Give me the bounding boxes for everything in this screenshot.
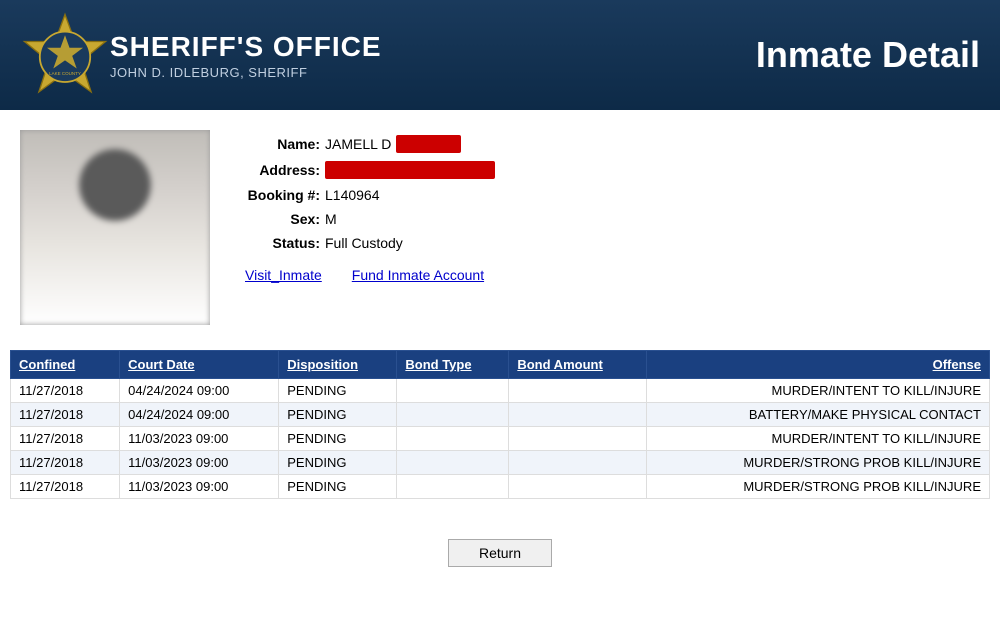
status-label: Status: (240, 235, 320, 251)
name-label: Name: (240, 136, 320, 152)
cell-disposition: PENDING (279, 475, 397, 499)
cell-confined: 11/27/2018 (11, 427, 120, 451)
table-row: 11/27/201804/24/2024 09:00PENDING MURDER/… (11, 379, 990, 403)
table-row: 11/27/201804/24/2024 09:00PENDING BATTERY… (11, 403, 990, 427)
table-header: Confined Court Date Disposition Bond Typ… (11, 351, 990, 379)
col-header-offense: Offense (647, 351, 990, 379)
sex-label: Sex: (240, 211, 320, 227)
cell-confined: 11/27/2018 (11, 451, 120, 475)
cell-bond-amount (509, 403, 647, 427)
cell-court-date: 11/03/2023 09:00 (120, 475, 279, 499)
cell-court-date: 04/24/2024 09:00 (120, 379, 279, 403)
cell-disposition: PENDING (279, 451, 397, 475)
col-header-disposition: Disposition (279, 351, 397, 379)
status-row: Status: Full Custody (240, 235, 495, 251)
page-header: LAKE COUNTY SHERIFF'S OFFICE JOHN D. IDL… (0, 0, 1000, 110)
address-redacted (325, 161, 495, 179)
table-row: 11/27/201811/03/2023 09:00PENDING MURDER/… (11, 475, 990, 499)
cell-bond-type (397, 403, 509, 427)
cell-bond-type (397, 475, 509, 499)
status-value: Full Custody (325, 235, 403, 251)
inmate-info-section: Name: JAMELL D Address: Booking #: L1409… (0, 110, 1000, 335)
cell-disposition: PENDING (279, 379, 397, 403)
return-section: Return (0, 539, 1000, 567)
cell-bond-amount (509, 379, 647, 403)
charges-tbody: 11/27/201804/24/2024 09:00PENDINGMURDER/… (11, 379, 990, 499)
cell-bond-type (397, 379, 509, 403)
col-header-bond-amount: Bond Amount (509, 351, 647, 379)
cell-bond-type (397, 451, 509, 475)
cell-offense: MURDER/STRONG PROB KILL/INJURE (647, 451, 990, 475)
charges-section: Confined Court Date Disposition Bond Typ… (0, 340, 1000, 509)
sheriff-name: JOHN D. IDLEBURG, SHERIFF (110, 65, 382, 80)
cell-disposition: PENDING (279, 427, 397, 451)
inmate-links: Visit_Inmate Fund Inmate Account (240, 267, 495, 283)
header-title-block: SHERIFF'S OFFICE JOHN D. IDLEBURG, SHERI… (110, 31, 382, 80)
cell-court-date: 11/03/2023 09:00 (120, 451, 279, 475)
name-value: JAMELL D (325, 136, 391, 152)
fund-inmate-link[interactable]: Fund Inmate Account (352, 267, 484, 283)
col-header-confined: Confined (11, 351, 120, 379)
table-row: 11/27/201811/03/2023 09:00PENDING MURDER/… (11, 451, 990, 475)
inmate-photo (20, 130, 210, 325)
col-header-bond-type: Bond Type (397, 351, 509, 379)
name-redacted (396, 135, 461, 153)
address-label: Address: (240, 162, 320, 178)
return-button[interactable]: Return (448, 539, 552, 567)
cell-bond-amount (509, 427, 647, 451)
address-row: Address: (240, 161, 495, 179)
cell-disposition: PENDING (279, 403, 397, 427)
charges-table: Confined Court Date Disposition Bond Typ… (10, 350, 990, 499)
cell-offense: BATTERY/MAKE PHYSICAL CONTACT (647, 403, 990, 427)
cell-confined: 11/27/2018 (11, 475, 120, 499)
cell-court-date: 11/03/2023 09:00 (120, 427, 279, 451)
cell-confined: 11/27/2018 (11, 379, 120, 403)
visit-inmate-link[interactable]: Visit_Inmate (245, 267, 322, 283)
table-row: 11/27/201811/03/2023 09:00PENDING MURDER/… (11, 427, 990, 451)
booking-row: Booking #: L140964 (240, 187, 495, 203)
cell-offense: MURDER/INTENT TO KILL/INJURE (647, 379, 990, 403)
booking-label: Booking #: (240, 187, 320, 203)
agency-name: SHERIFF'S OFFICE (110, 31, 382, 63)
svg-text:LAKE COUNTY: LAKE COUNTY (49, 71, 81, 76)
inmate-details: Name: JAMELL D Address: Booking #: L1409… (240, 130, 495, 325)
sex-row: Sex: M (240, 211, 495, 227)
cell-offense: MURDER/INTENT TO KILL/INJURE (647, 427, 990, 451)
booking-value: L140964 (325, 187, 380, 203)
cell-offense: MURDER/STRONG PROB KILL/INJURE (647, 475, 990, 499)
sheriff-badge-icon: LAKE COUNTY (20, 10, 110, 100)
cell-bond-type (397, 427, 509, 451)
cell-bond-amount (509, 475, 647, 499)
photo-image (20, 130, 210, 325)
cell-bond-amount (509, 451, 647, 475)
page-title: Inmate Detail (756, 34, 980, 76)
cell-court-date: 04/24/2024 09:00 (120, 403, 279, 427)
name-row: Name: JAMELL D (240, 135, 495, 153)
cell-confined: 11/27/2018 (11, 403, 120, 427)
sex-value: M (325, 211, 337, 227)
col-header-court-date: Court Date (120, 351, 279, 379)
